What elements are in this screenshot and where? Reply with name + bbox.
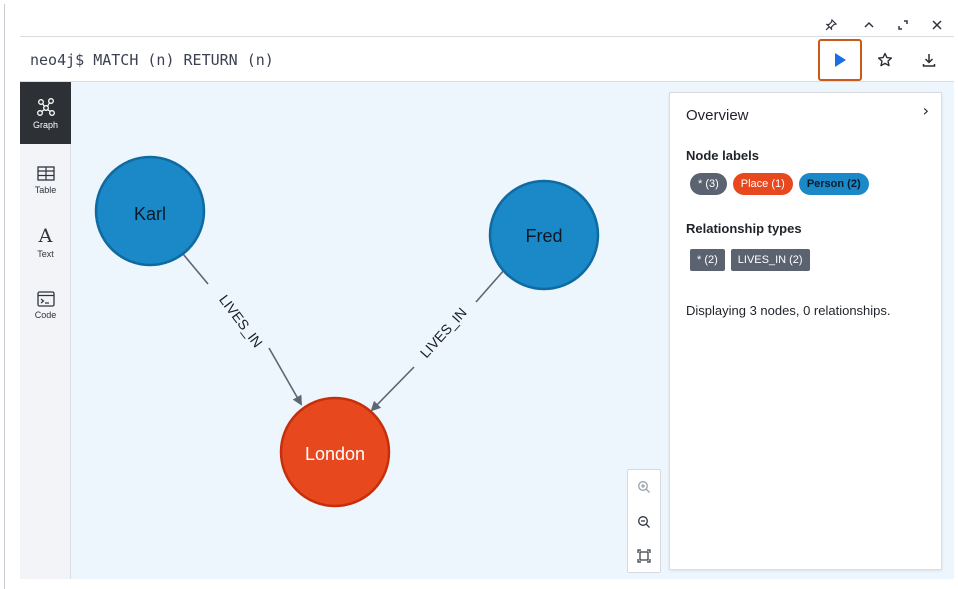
app-frame: neo4j$ MATCH (n) RETURN (n) Graph Table … <box>0 0 958 589</box>
expand-icon[interactable] <box>892 14 914 36</box>
zoom-controls <box>627 469 661 573</box>
zoom-out-icon <box>638 516 650 528</box>
graph-icon <box>36 97 55 116</box>
star-icon <box>877 52 893 67</box>
zoom-in-button[interactable] <box>628 470 660 504</box>
node-label: Fred <box>525 226 562 246</box>
fit-to-screen-button[interactable] <box>628 539 660 573</box>
relationship-types-heading: Relationship types <box>686 221 802 236</box>
node-label-pill-all[interactable]: * (3) <box>690 173 727 195</box>
sidebar-item-text[interactable]: A Text <box>20 212 71 274</box>
query-input[interactable]: neo4j$ MATCH (n) RETURN (n) <box>30 37 274 83</box>
node-labels-heading: Node labels <box>686 148 759 163</box>
download-icon <box>922 54 936 67</box>
relationship-arrow[interactable] <box>370 366 415 412</box>
zoom-out-button[interactable] <box>628 505 660 539</box>
relationship-label: LIVES_IN <box>216 292 266 351</box>
node-label: London <box>305 444 365 464</box>
sidebar-item-table[interactable]: Table <box>20 149 71 211</box>
relationship-types-list: * (2) LIVES_IN (2) <box>690 249 810 271</box>
node-labels-list: * (3) Place (1) Person (2) <box>690 173 869 195</box>
fit-screen-icon <box>637 549 651 563</box>
graph-canvas[interactable]: LIVES_IN LIVES_IN Karl Fred London Overv… <box>71 82 954 579</box>
graph-node-karl[interactable]: Karl <box>94 155 206 267</box>
run-button[interactable] <box>818 39 862 81</box>
sidebar-item-label: Text <box>37 249 54 259</box>
sidebar-item-label: Graph <box>32 119 58 130</box>
relationship-label: LIVES_IN <box>417 304 470 360</box>
node-label-pill-person[interactable]: Person (2) <box>798 173 869 195</box>
graph-node-london[interactable]: London <box>279 396 391 508</box>
relationship-type-tag-lives-in[interactable]: LIVES_IN (2) <box>730 249 810 271</box>
text-icon: A <box>38 225 53 247</box>
close-icon[interactable] <box>926 14 948 36</box>
view-sidebar: Graph Table A Text Code <box>20 82 71 579</box>
relationship-line[interactable] <box>182 253 209 285</box>
sidebar-item-code[interactable]: Code <box>20 274 71 336</box>
pin-icon[interactable] <box>820 14 842 36</box>
relationship-arrow[interactable] <box>268 347 302 406</box>
sidebar-item-graph[interactable]: Graph <box>20 82 71 144</box>
window-controls <box>20 14 954 36</box>
node-label-pill-place[interactable]: Place (1) <box>732 173 793 195</box>
sidebar-item-label: Table <box>34 184 57 195</box>
overview-panel: Overview › Node labels * (3) Place (1) P… <box>669 92 942 570</box>
overview-title: Overview <box>686 107 749 124</box>
collapse-icon[interactable] <box>858 14 880 36</box>
code-icon <box>36 290 55 307</box>
relationship-line[interactable] <box>475 268 506 303</box>
query-editor: neo4j$ MATCH (n) RETURN (n) <box>20 36 954 82</box>
graph-node-fred[interactable]: Fred <box>488 179 600 291</box>
download-button[interactable] <box>914 43 944 77</box>
frame-border <box>4 4 5 589</box>
table-icon <box>36 165 55 181</box>
node-label: Karl <box>134 204 166 224</box>
overview-summary: Displaying 3 nodes, 0 relationships. <box>686 303 891 318</box>
chevron-right-icon[interactable]: › <box>923 101 929 120</box>
play-icon <box>835 53 846 67</box>
sidebar-item-label: Code <box>34 309 57 320</box>
relationship-type-tag-all[interactable]: * (2) <box>690 249 725 271</box>
favorite-button[interactable] <box>870 43 900 77</box>
zoom-in-icon <box>638 481 650 493</box>
